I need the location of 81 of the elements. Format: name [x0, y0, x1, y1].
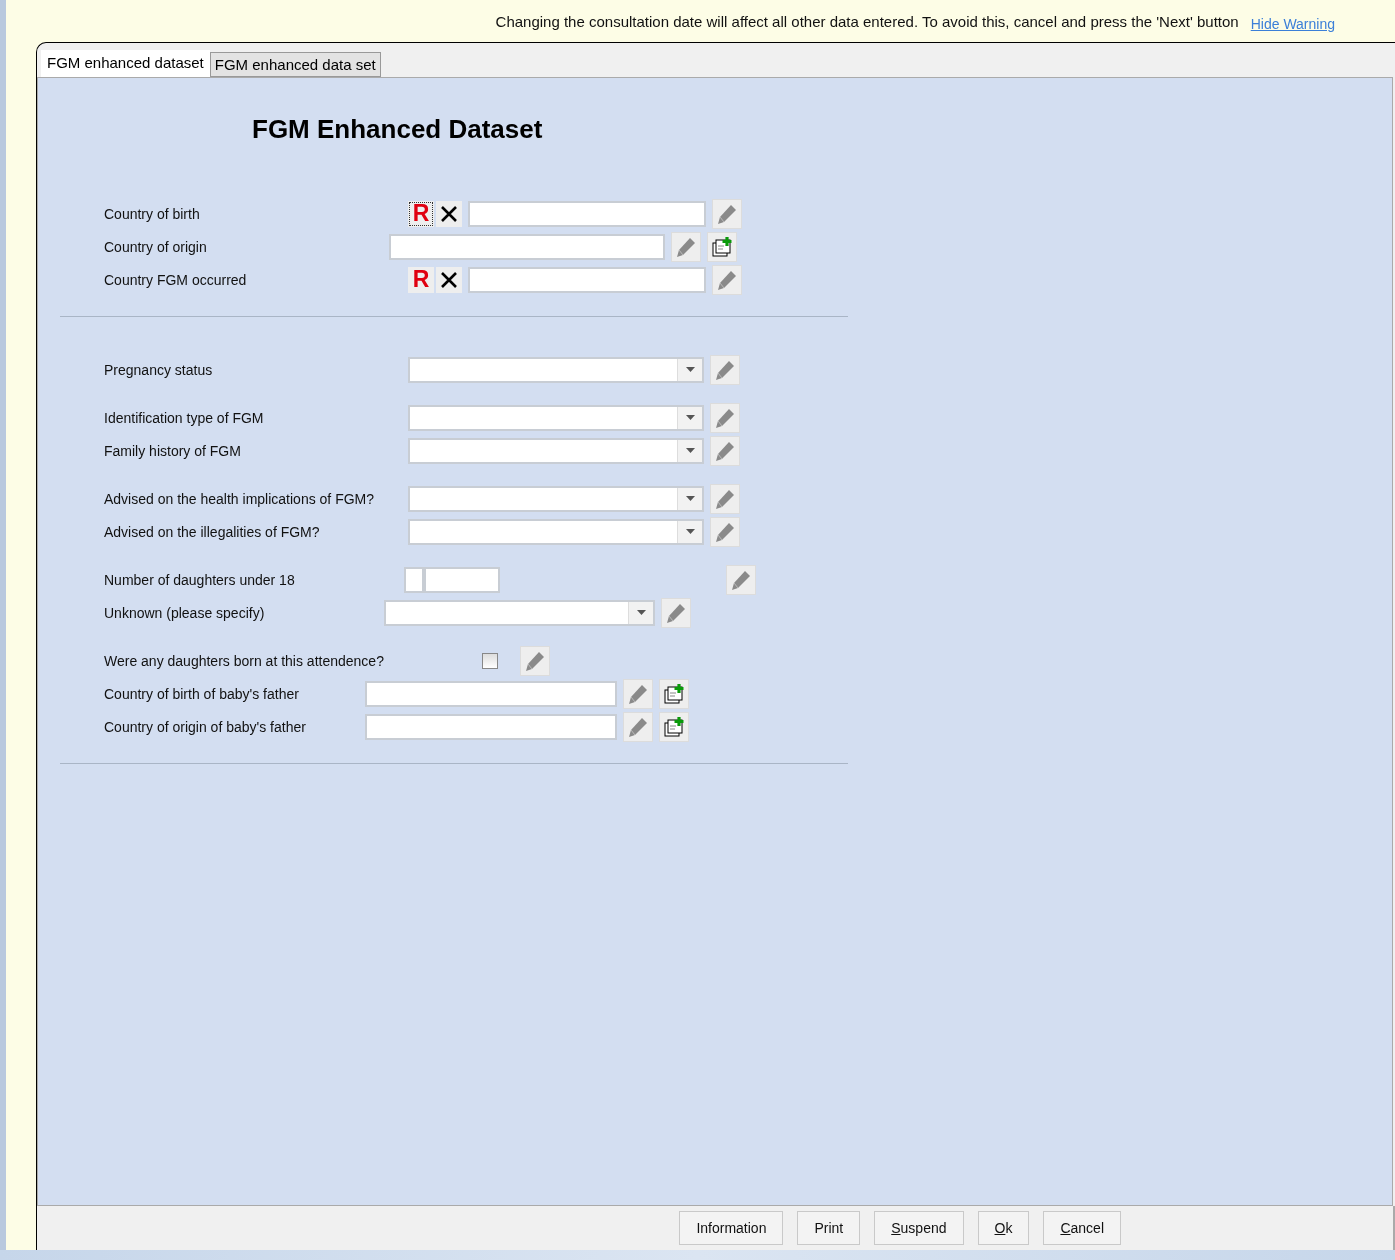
caret-icon — [685, 415, 695, 420]
pencil-button[interactable] — [712, 198, 742, 229]
add-button[interactable] — [659, 711, 689, 742]
add-button[interactable] — [707, 231, 737, 262]
pencil-button[interactable] — [671, 231, 701, 262]
pencil-icon — [665, 601, 687, 624]
pencil-icon — [714, 487, 736, 510]
input-field[interactable] — [365, 680, 617, 707]
dialog-button[interactable]: Suspend — [874, 1211, 964, 1245]
dropdown-field[interactable] — [408, 485, 704, 512]
input-field[interactable] — [389, 233, 665, 260]
caret-icon — [636, 610, 646, 615]
input-field[interactable] — [468, 266, 706, 293]
checkbox[interactable] — [482, 652, 498, 669]
caret-icon — [685, 529, 695, 534]
clear-button[interactable] — [436, 266, 462, 293]
field-label: Country of origin of baby's father — [104, 718, 306, 735]
add-button[interactable] — [659, 678, 689, 709]
dialog-button[interactable]: Ok — [977, 1211, 1030, 1245]
dialog-button[interactable]: Print — [797, 1211, 861, 1245]
field-label: Were any daughters born at this attendence? — [104, 652, 384, 669]
dropdown-field[interactable] — [408, 437, 704, 464]
caret-icon — [685, 448, 695, 453]
document-add-icon — [711, 235, 733, 258]
pencil-button[interactable] — [710, 354, 740, 385]
pencil-button[interactable] — [710, 516, 740, 547]
field-label: Country of birth of baby's father — [104, 685, 299, 702]
field-label: Identification type of FGM — [104, 409, 264, 426]
field-label: Family history of FGM — [104, 442, 241, 459]
document-add-icon — [663, 682, 685, 705]
dropdown-field[interactable] — [408, 356, 704, 383]
caret-icon — [685, 496, 695, 501]
dialog-button[interactable]: Information — [679, 1211, 784, 1245]
input-field[interactable] — [468, 200, 706, 227]
pencil-icon — [524, 649, 546, 672]
dropdown-field[interactable] — [408, 404, 704, 431]
hide-warning-link[interactable]: Hide Warning — [1250, 16, 1335, 32]
warning-text: Changing the consultation date will affect all other data entered. To avoid this, cancel and press the 'Next' button — [495, 12, 1239, 30]
clear-button[interactable] — [436, 200, 462, 227]
field-label: Number of daughters under 18 — [104, 571, 295, 588]
field-label: Country FGM occurred — [104, 271, 247, 288]
pencil-button[interactable] — [726, 564, 756, 595]
required-marker[interactable]: R — [408, 266, 434, 293]
field-label: Advised on the illegalities of FGM? — [104, 523, 320, 540]
input-field[interactable] — [365, 713, 617, 740]
pencil-button[interactable] — [710, 435, 740, 466]
tab[interactable]: FGM enhanced data set — [209, 52, 381, 77]
pencil-icon — [714, 358, 736, 381]
pencil-button[interactable] — [623, 711, 653, 742]
field-label: Country of origin — [104, 238, 207, 255]
input-field[interactable] — [424, 566, 500, 593]
pencil-icon — [714, 406, 736, 429]
spinner-field[interactable] — [404, 566, 424, 593]
document-add-icon — [663, 715, 685, 738]
pencil-button[interactable] — [710, 483, 740, 514]
close-icon — [440, 204, 458, 223]
pencil-button[interactable] — [712, 264, 742, 295]
field-label: Unknown (please specify) — [104, 604, 265, 621]
dropdown-field[interactable] — [384, 599, 655, 626]
pencil-icon — [627, 715, 649, 738]
close-icon — [440, 270, 458, 289]
pencil-icon — [675, 235, 697, 258]
pencil-button[interactable] — [661, 597, 691, 628]
pencil-icon — [716, 202, 738, 225]
tab[interactable]: FGM enhanced dataset — [41, 50, 210, 77]
pencil-icon — [714, 439, 736, 462]
pencil-button[interactable] — [520, 645, 550, 676]
pencil-icon — [714, 520, 736, 543]
form-title: FGM Enhanced Dataset — [252, 114, 544, 145]
pencil-icon — [716, 268, 738, 291]
field-label: Pregnancy status — [104, 361, 213, 378]
pencil-icon — [730, 568, 752, 591]
required-marker[interactable]: R — [408, 200, 434, 227]
caret-icon — [685, 367, 695, 372]
field-label: Advised on the health implications of FGM? — [104, 490, 375, 507]
field-label: Country of birth — [104, 205, 200, 222]
pencil-button[interactable] — [623, 678, 653, 709]
dialog-button[interactable]: Cancel — [1043, 1211, 1121, 1245]
pencil-icon — [627, 682, 649, 705]
dropdown-field[interactable] — [408, 518, 704, 545]
pencil-button[interactable] — [710, 402, 740, 433]
